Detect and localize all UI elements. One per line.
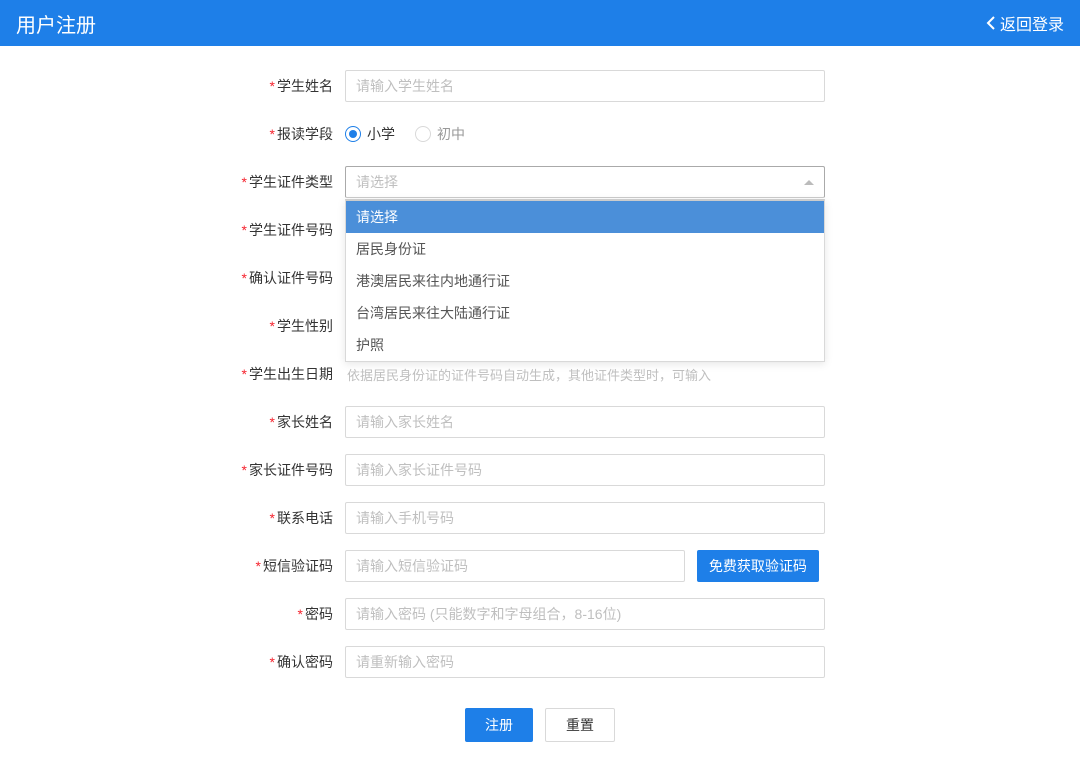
parent-name-input[interactable] <box>345 406 825 438</box>
label-birth-date: *学生出生日期 <box>0 364 345 384</box>
password-input[interactable] <box>345 598 825 630</box>
dropdown-option-passport[interactable]: 护照 <box>346 329 824 361</box>
get-sms-code-button[interactable]: 免费获取验证码 <box>697 550 819 582</box>
row-id-type: *学生证件类型 请选择 请选择 居民身份证 港澳居民来往内地通行证 台湾居民来往… <box>0 166 1080 198</box>
reset-button[interactable]: 重置 <box>545 708 615 742</box>
dropdown-option-taiwan[interactable]: 台湾居民来往大陆通行证 <box>346 297 824 329</box>
dropdown-option-hk-macau[interactable]: 港澳居民来往内地通行证 <box>346 265 824 297</box>
row-sms: *短信验证码 免费获取验证码 <box>0 550 1080 582</box>
phone-input[interactable] <box>345 502 825 534</box>
label-password-confirm: *确认密码 <box>0 652 345 672</box>
id-type-select[interactable]: 请选择 <box>345 166 825 198</box>
row-parent-name: *家长姓名 <box>0 406 1080 438</box>
submit-button[interactable]: 注册 <box>465 708 533 742</box>
label-id-number-confirm: *确认证件号码 <box>0 268 345 288</box>
label-enroll-stage: *报读学段 <box>0 124 345 144</box>
student-name-input[interactable] <box>345 70 825 102</box>
row-password-confirm: *确认密码 <box>0 646 1080 678</box>
label-id-number: *学生证件号码 <box>0 220 345 240</box>
birth-date-hint: 依据居民身份证的证件号码自动生成，其他证件类型时，可输入 <box>345 368 711 383</box>
label-sms: *短信验证码 <box>0 556 345 576</box>
row-enroll-stage: *报读学段 小学 初中 <box>0 118 1080 150</box>
dropdown-option-id-card[interactable]: 居民身份证 <box>346 233 824 265</box>
row-birth-date: *学生出生日期 依据居民身份证的证件号码自动生成，其他证件类型时，可输入 <box>0 358 1080 390</box>
page-header: 用户注册 返回登录 <box>0 0 1080 46</box>
row-phone: *联系电话 <box>0 502 1080 534</box>
form-buttons: 注册 重置 <box>0 708 1080 742</box>
radio-icon <box>415 126 431 142</box>
label-id-type: *学生证件类型 <box>0 172 345 192</box>
label-password: *密码 <box>0 604 345 624</box>
password-confirm-input[interactable] <box>345 646 825 678</box>
radio-icon <box>345 126 361 142</box>
parent-id-input[interactable] <box>345 454 825 486</box>
enroll-stage-radio-group: 小学 初中 <box>345 118 825 150</box>
radio-middle-school[interactable]: 初中 <box>415 124 465 144</box>
chevron-left-icon <box>986 16 996 30</box>
sms-code-input[interactable] <box>345 550 685 582</box>
id-type-dropdown: 请选择 居民身份证 港澳居民来往内地通行证 台湾居民来往大陆通行证 护照 <box>345 199 825 362</box>
page-title: 用户注册 <box>16 9 96 38</box>
label-student-name: *学生姓名 <box>0 76 345 96</box>
radio-primary-school[interactable]: 小学 <box>345 124 395 144</box>
label-parent-id: *家长证件号码 <box>0 460 345 480</box>
back-label: 返回登录 <box>1000 11 1064 35</box>
registration-form: *学生姓名 *报读学段 小学 初中 *学生证件类型 请选择 <box>0 46 1080 762</box>
row-student-name: *学生姓名 <box>0 70 1080 102</box>
label-gender: *学生性别 <box>0 316 345 336</box>
select-value: 请选择 <box>356 172 398 192</box>
label-phone: *联系电话 <box>0 508 345 528</box>
caret-up-icon <box>804 180 814 185</box>
dropdown-option-placeholder[interactable]: 请选择 <box>346 201 824 233</box>
label-parent-name: *家长姓名 <box>0 412 345 432</box>
row-password: *密码 <box>0 598 1080 630</box>
back-to-login-link[interactable]: 返回登录 <box>986 11 1064 35</box>
row-parent-id: *家长证件号码 <box>0 454 1080 486</box>
